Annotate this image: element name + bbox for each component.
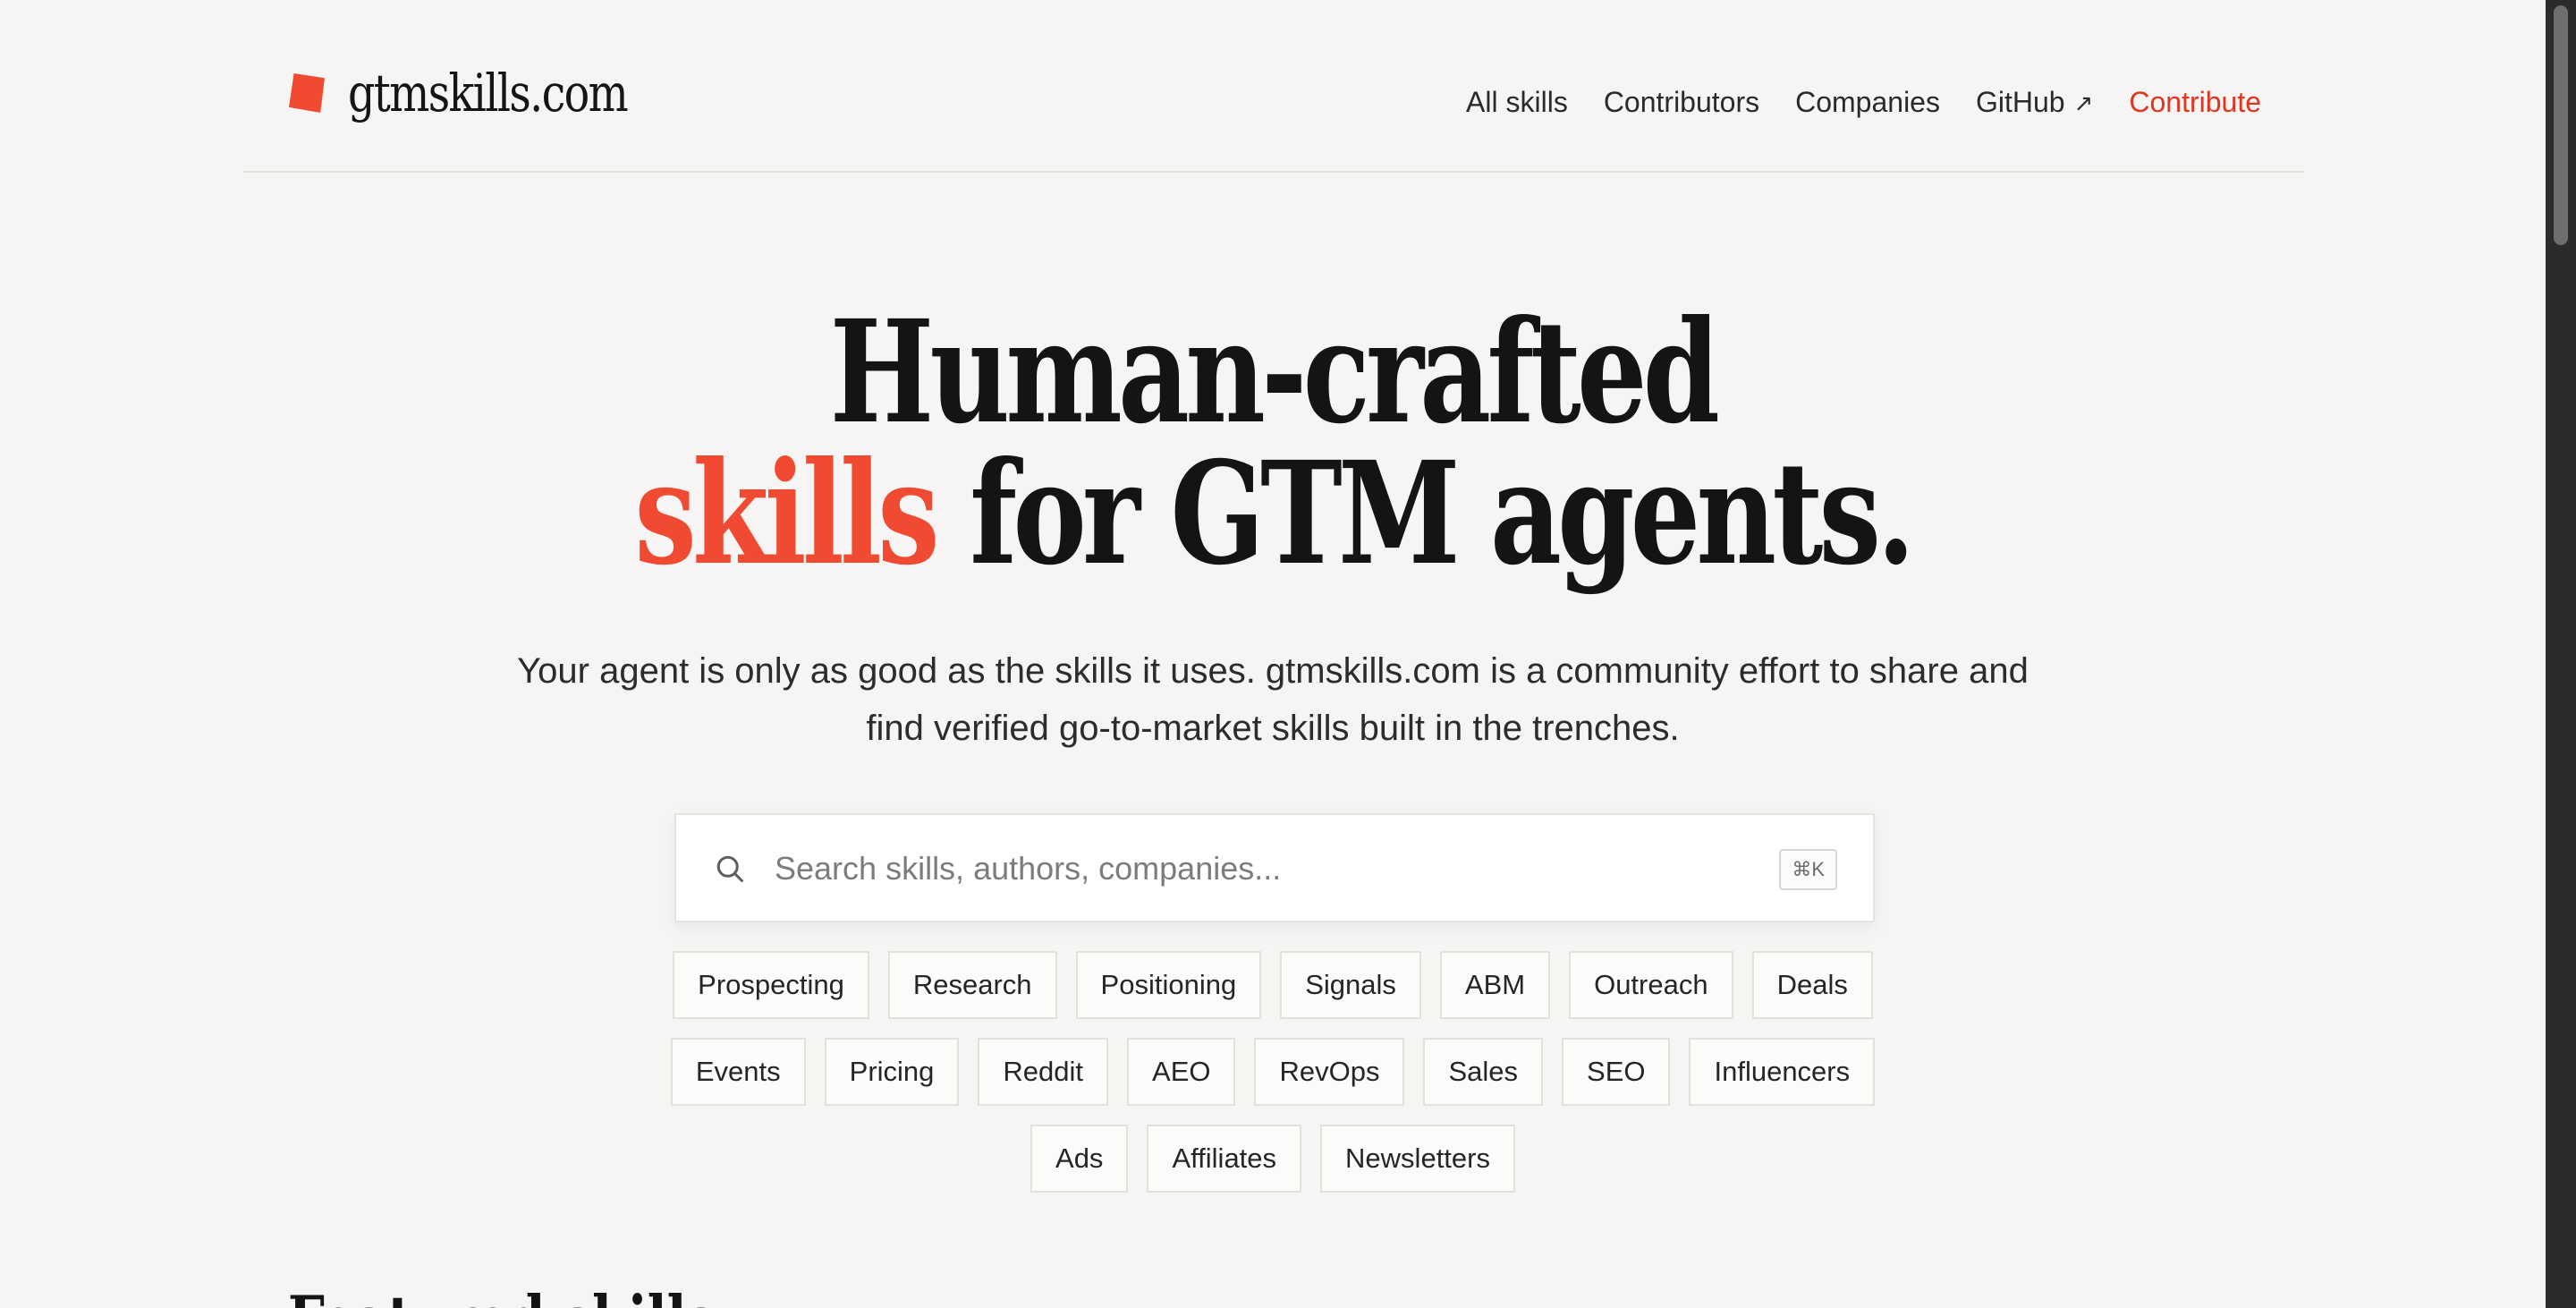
featured-section-title: Featured skills (288, 1281, 716, 1308)
logo-text: gtmskills.com (348, 63, 629, 123)
logo[interactable]: gtmskills.com (289, 63, 689, 123)
tag-chip-affiliates[interactable]: Affiliates (1147, 1125, 1302, 1193)
tag-row-3: Ads Affiliates Newsletters (0, 1125, 2546, 1193)
tag-chip-events[interactable]: Events (670, 1038, 806, 1106)
hero-title-rest: for GTM agents. (935, 431, 1915, 597)
tag-chip-deals[interactable]: Deals (1751, 951, 1873, 1019)
site-header: gtmskills.com All skills Contributors Co… (244, 0, 2304, 173)
tag-chip-revops[interactable]: RevOps (1254, 1038, 1405, 1106)
search-box[interactable]: ⌘K (674, 813, 1875, 922)
tag-chip-seo[interactable]: SEO (1562, 1038, 1671, 1106)
arrow-up-right-icon: ↗ (2073, 89, 2094, 116)
tag-chip-newsletters[interactable]: Newsletters (1320, 1125, 1515, 1193)
hero-subtitle-line-2: find verified go-to-market skills built … (866, 709, 1680, 748)
tag-chip-influencers[interactable]: Influencers (1689, 1038, 1876, 1106)
hero-subtitle: Your agent is only as good as the skills… (0, 642, 2546, 757)
nav-label: All skills (1466, 86, 1568, 118)
hero-subtitle-line-1: Your agent is only as good as the skills… (517, 651, 2029, 691)
nav-contributors[interactable]: Contributors (1604, 86, 1759, 119)
tag-chip-sales[interactable]: Sales (1423, 1038, 1544, 1106)
main-nav: All skills Contributors Companies GitHub… (1466, 86, 2261, 119)
nav-label: Contributors (1603, 86, 1760, 118)
tag-row-1: Prospecting Research Positioning Signals… (0, 951, 2546, 1019)
scrollbar-thumb[interactable] (2554, 5, 2568, 245)
tag-filters: Prospecting Research Positioning Signals… (0, 951, 2546, 1211)
nav-github[interactable]: GitHub ↗ (1976, 86, 2093, 119)
hero-title: Human-crafted skills for GTM agents. (0, 302, 2546, 585)
tag-chip-reddit[interactable]: Reddit (978, 1038, 1109, 1106)
hero-title-line-2: skills for GTM agents. (280, 444, 2266, 585)
logo-mark-icon (289, 73, 325, 113)
page: gtmskills.com All skills Contributors Co… (0, 0, 2576, 1308)
keyboard-shortcut-badge: ⌘K (1779, 849, 1837, 890)
tag-chip-outreach[interactable]: Outreach (1569, 951, 1733, 1019)
search-input[interactable] (775, 842, 1714, 896)
nav-contribute[interactable]: Contribute (2129, 86, 2261, 119)
tag-chip-prospecting[interactable]: Prospecting (673, 951, 869, 1019)
nav-label: Companies (1795, 86, 1940, 118)
nav-label: Contribute (2129, 86, 2261, 118)
nav-label: GitHub (1975, 86, 2065, 118)
tag-chip-abm[interactable]: ABM (1439, 951, 1551, 1019)
tag-chip-positioning[interactable]: Positioning (1075, 951, 1262, 1019)
tag-chip-aeo[interactable]: AEO (1127, 1038, 1236, 1106)
nav-all-skills[interactable]: All skills (1466, 86, 1568, 119)
tag-row-2: Events Pricing Reddit AEO RevOps Sales S… (0, 1038, 2546, 1106)
tag-chip-ads[interactable]: Ads (1030, 1125, 1129, 1193)
hero-title-line-1: Human-crafted (829, 290, 1720, 455)
tag-chip-signals[interactable]: Signals (1280, 951, 1421, 1019)
hero-title-accent: skills (634, 431, 939, 597)
scrollbar[interactable] (2546, 0, 2576, 1308)
nav-companies[interactable]: Companies (1795, 86, 1940, 119)
tag-chip-research[interactable]: Research (887, 951, 1057, 1019)
tag-chip-pricing[interactable]: Pricing (824, 1038, 960, 1106)
search-icon (716, 855, 743, 882)
